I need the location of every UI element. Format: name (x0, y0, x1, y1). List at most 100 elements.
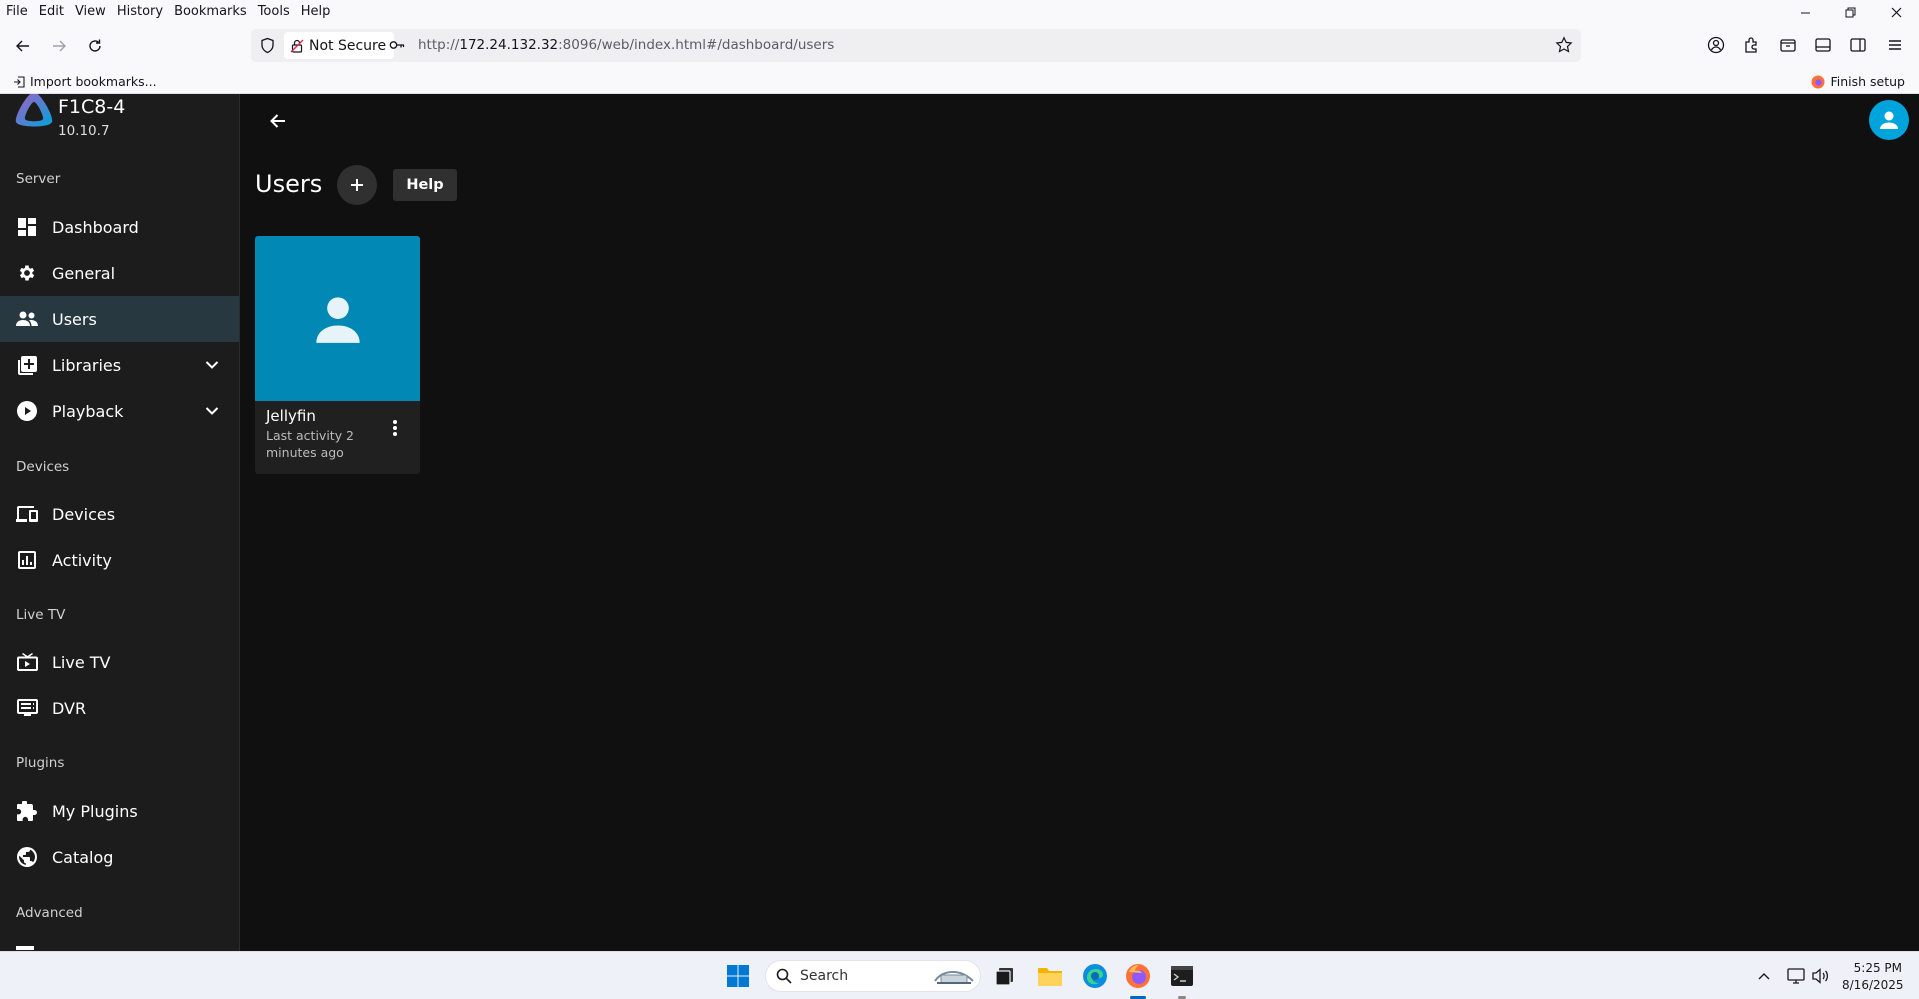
firefox-icon (1811, 75, 1825, 88)
import-bookmarks-link[interactable]: Import bookmarks... (13, 74, 157, 89)
terminal-icon[interactable] (1167, 961, 1197, 991)
menu-file[interactable]: File (6, 4, 28, 19)
menu-edit[interactable]: Edit (39, 4, 64, 19)
sidebar-item-label: Catalog (52, 847, 114, 867)
menu-view[interactable]: View (75, 4, 106, 19)
plus-icon (351, 179, 363, 191)
windows-logo-icon (727, 965, 749, 987)
edge-browser-icon[interactable] (1080, 961, 1110, 991)
menu-bookmarks[interactable]: Bookmarks (174, 4, 247, 19)
sidebar-item-label: Activity (52, 550, 112, 570)
server-brand[interactable] (14, 94, 54, 128)
menu-help[interactable]: Help (301, 4, 331, 19)
firefox-taskbar-icon[interactable] (1123, 961, 1153, 991)
jellyfin-logo-icon (15, 94, 53, 127)
user-card-menu-button[interactable] (383, 416, 407, 440)
add-user-button[interactable] (337, 165, 377, 205)
import-icon (14, 75, 25, 88)
menu-history[interactable]: History (117, 4, 163, 19)
window-close-button[interactable] (1884, 4, 1908, 20)
file-explorer-icon[interactable] (1035, 961, 1065, 991)
volume-icon[interactable] (1811, 966, 1831, 986)
server-name: F1C8-4 (58, 96, 126, 118)
address-bar[interactable]: Not Secure http://172.24.132.32:8096/web… (251, 29, 1581, 62)
sidebar-item-general[interactable]: General (0, 250, 239, 296)
chevron-down-icon[interactable] (202, 355, 222, 375)
sidebar-next-item-icon (16, 946, 34, 950)
devices-icon (16, 503, 38, 525)
search-icon (776, 968, 792, 984)
browser-menubar: File Edit View History Bookmarks Tools H… (0, 0, 1919, 22)
sidebar-item-my-plugins[interactable]: My Plugins (0, 788, 239, 834)
network-icon[interactable] (1786, 966, 1806, 986)
clock-time: 5:25 PM (1853, 961, 1902, 975)
chevron-down-icon[interactable] (202, 401, 222, 421)
puzzle-icon (16, 800, 38, 822)
arrow-right-icon (53, 40, 66, 52)
section-header-server: Server (16, 171, 61, 187)
taskbar-search[interactable]: Search (765, 960, 981, 992)
tray-overflow-chevron-icon[interactable] (1754, 966, 1774, 986)
shield-icon[interactable] (259, 37, 276, 54)
page-title: Users (255, 170, 323, 198)
sidebar-item-devices[interactable]: Devices (0, 491, 239, 537)
finish-setup-label: Finish setup (1830, 74, 1905, 89)
user-name[interactable]: Jellyfin (266, 407, 316, 425)
finish-setup-link[interactable]: Finish setup (1811, 74, 1905, 89)
people-icon (16, 308, 38, 330)
browser-navbar: Not Secure http://172.24.132.32:8096/web… (0, 22, 1919, 69)
section-header-live-tv: Live TV (16, 607, 66, 623)
dashboard-icon (16, 216, 38, 238)
url-host: 172.24.132.32 (459, 37, 559, 53)
user-menu-button[interactable] (1869, 100, 1909, 140)
sidebar-item-playback[interactable]: Playback (0, 388, 239, 434)
sidebar-item-label: My Plugins (52, 801, 138, 821)
sidebar-item-label: General (52, 263, 116, 283)
live-tv-icon (16, 651, 38, 673)
search-highlight-image (934, 970, 974, 984)
start-button[interactable] (723, 961, 753, 991)
reload-button[interactable] (82, 33, 108, 59)
sidebar-item-label: Libraries (52, 355, 122, 375)
not-secure-label: Not Secure (309, 37, 387, 54)
menu-tools[interactable]: Tools (258, 4, 290, 19)
hamburger-menu-icon[interactable] (1883, 33, 1907, 57)
task-view-icon[interactable] (990, 961, 1020, 991)
library-add-icon (16, 354, 38, 376)
key-icon[interactable] (389, 38, 405, 52)
window-minimize-button[interactable] (1793, 4, 1817, 20)
url-text: http://172.24.132.32:8096/web/index.html… (418, 37, 834, 53)
extensions-icon[interactable] (1740, 33, 1764, 57)
sidebar-item-dvr[interactable]: DVR (0, 685, 239, 731)
sidebar-item-users[interactable]: Users (0, 296, 239, 342)
sidebar-item-label: Devices (52, 504, 116, 524)
import-bookmarks-label: Import bookmarks... (30, 74, 157, 89)
reader-view-icon[interactable] (1846, 33, 1870, 57)
sidebar-item-live-tv[interactable]: Live TV (0, 639, 239, 685)
window-restore-button[interactable] (1838, 4, 1862, 20)
site-security-indicator[interactable]: Not Secure (284, 32, 395, 59)
sidebar-item-label: DVR (52, 698, 87, 718)
sidebar-item-activity[interactable]: Activity (0, 537, 239, 583)
sidebar-item-libraries[interactable]: Libraries (0, 342, 239, 388)
sidebar-toggle-icon[interactable] (1811, 33, 1835, 57)
url-prefix: http:// (418, 37, 460, 53)
user-card[interactable]: Jellyfin Last activity 2 minutes ago (255, 236, 420, 474)
page-back-button[interactable] (263, 106, 293, 136)
help-button[interactable]: Help (393, 169, 457, 201)
pocket-save-icon[interactable] (1776, 33, 1800, 57)
bookmarks-toolbar: Import bookmarks... Finish setup (0, 69, 1919, 94)
sidebar-item-dashboard[interactable]: Dashboard (0, 204, 239, 250)
forward-button[interactable] (46, 33, 72, 59)
bookmark-star-icon[interactable] (1555, 36, 1573, 54)
person-icon (315, 296, 360, 343)
reload-icon (89, 39, 101, 52)
back-button[interactable] (10, 33, 36, 59)
account-icon[interactable] (1704, 33, 1728, 57)
system-clock[interactable]: 5:25 PM 8/16/2025 (1842, 960, 1904, 994)
user-card-image[interactable] (255, 236, 420, 401)
dashboard-sidebar: F1C8-4 10.10.7 Server Dashboard General … (0, 94, 240, 951)
person-icon (1880, 111, 1898, 129)
more-vertical-icon (393, 420, 397, 436)
sidebar-item-catalog[interactable]: Catalog (0, 834, 239, 880)
